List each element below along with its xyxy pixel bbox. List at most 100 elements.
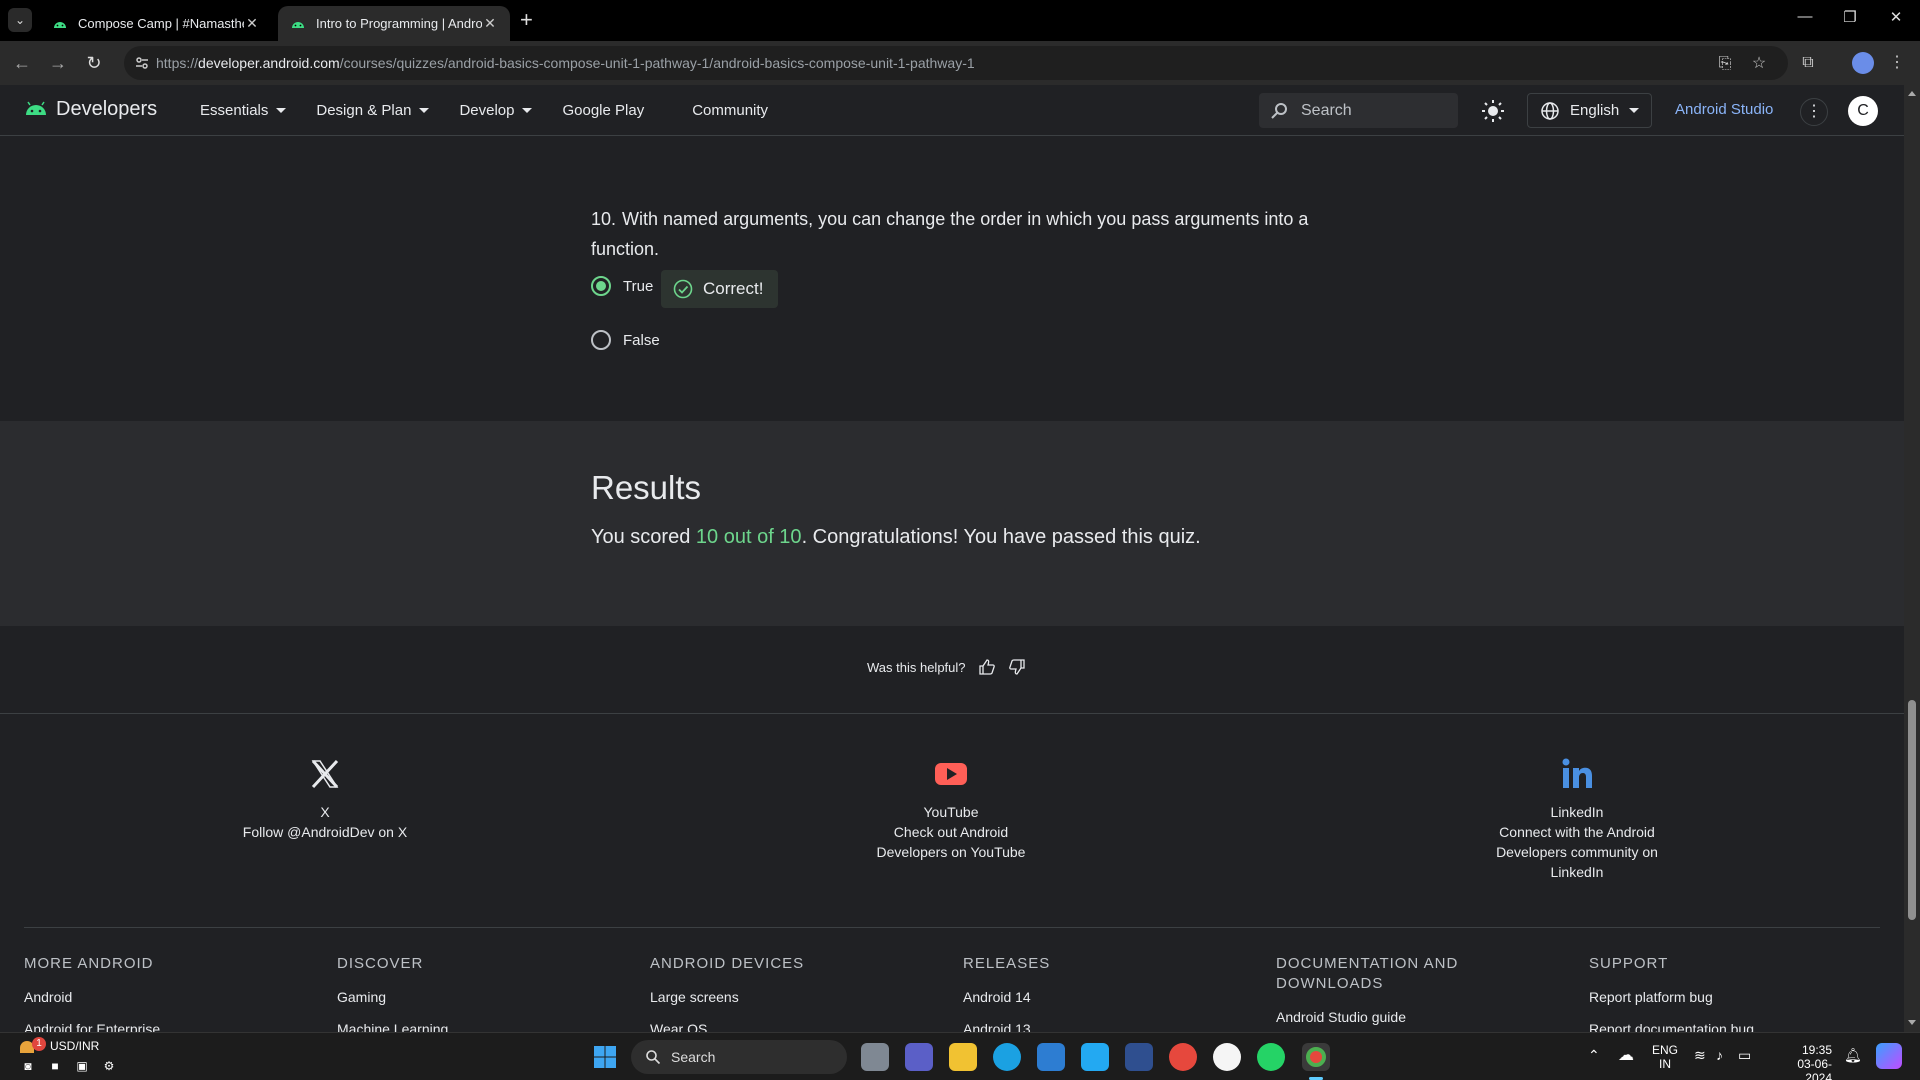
social-youtube[interactable]: YouTube Check out Android Developers on … [841, 756, 1061, 862]
nav-community[interactable]: Community [692, 102, 768, 119]
helpful-question: Was this helpful? [867, 659, 966, 675]
more-options-icon[interactable]: ⋮ [1800, 98, 1828, 126]
close-tab-icon[interactable]: ✕ [244, 15, 260, 32]
scroll-thumb[interactable] [1908, 700, 1916, 920]
extensions-icon[interactable]: ⧉ [1797, 52, 1819, 74]
clock[interactable]: 19:35 03-06-2024 [1772, 1043, 1832, 1080]
teams-icon[interactable] [905, 1043, 933, 1071]
answer-option-false[interactable]: False [591, 330, 660, 350]
correct-feedback-badge: Correct! [661, 270, 778, 308]
page-scrollbar[interactable] [1904, 85, 1920, 1032]
footer-link[interactable]: Wear OS [650, 1020, 890, 1032]
avatar[interactable]: C [1848, 96, 1878, 126]
notification-bell-icon[interactable]: 🔔︎ [1844, 1047, 1862, 1080]
chevron-down-icon [419, 108, 430, 113]
radio-selected[interactable] [591, 276, 611, 296]
minimize-icon[interactable]: — [1793, 8, 1817, 25]
footer-link[interactable]: Android 14 [963, 988, 1203, 1006]
social-linkedin[interactable]: LinkedIn Connect with the Android Develo… [1467, 756, 1687, 882]
file-explorer-icon[interactable] [949, 1043, 977, 1071]
video-icon[interactable]: ■ [47, 1059, 63, 1073]
taskbar-search[interactable]: Search [631, 1040, 847, 1074]
thumbs-up-icon[interactable] [978, 658, 996, 676]
url-text: https://developer.android.com/courses/qu… [156, 55, 975, 71]
address-bar[interactable]: https://developer.android.com/courses/qu… [124, 46, 1788, 80]
input-language[interactable]: ENG IN [1650, 1043, 1680, 1080]
install-app-icon[interactable]: ⎘ [1716, 55, 1734, 73]
settings-gear-icon[interactable]: ⚙ [101, 1059, 117, 1073]
footer-link[interactable]: Report documentation bug [1589, 1020, 1829, 1032]
social-x[interactable]: X Follow @AndroidDev on X [215, 756, 435, 842]
forward-icon[interactable]: → [46, 51, 70, 75]
browser-tab-active[interactable]: Intro to Programming | Andro ✕ [278, 6, 510, 41]
footer-link[interactable]: Large screens [650, 988, 890, 1006]
footer-column: DOCUMENTATION AND DOWNLOADS Android Stud… [1276, 954, 1476, 1032]
feedback-text: Correct! [703, 279, 764, 298]
theme-toggle-sun-icon[interactable] [1480, 98, 1506, 124]
close-tab-icon[interactable]: ✕ [482, 15, 498, 32]
site-search[interactable] [1259, 93, 1458, 128]
battery-icon[interactable]: ▭ [1738, 1047, 1751, 1080]
scroll-up-icon[interactable] [1908, 91, 1916, 96]
nav-google-play[interactable]: Google Play [562, 102, 644, 119]
browser-profile-icon[interactable] [1852, 52, 1874, 74]
chrome-icon[interactable] [1169, 1043, 1197, 1071]
mongodb-compass-icon[interactable] [1213, 1043, 1241, 1071]
wifi-icon[interactable]: ≋ [1694, 1047, 1706, 1080]
footer-column-title: DISCOVER [337, 955, 424, 972]
show-hidden-icons-icon[interactable]: ⌃ [1588, 1047, 1600, 1080]
copilot-icon[interactable] [1876, 1043, 1902, 1069]
chevron-down-icon [522, 108, 533, 113]
results-summary: You scored 10 out of 10. Congratulations… [591, 526, 1201, 548]
whatsapp-icon[interactable] [1257, 1043, 1285, 1071]
back-icon[interactable]: ← [10, 51, 34, 75]
window-icon[interactable]: ▣ [74, 1059, 90, 1073]
developers-logo[interactable]: Developers [24, 97, 157, 121]
new-tab-icon[interactable]: + [520, 8, 533, 32]
windows-taskbar: 1 USD/INR ◙ ■ ▣ ⚙ Search ⌃ ☁ ENG IN ≋ ♪ … [0, 1032, 1920, 1080]
chrome-active-icon[interactable] [1302, 1043, 1330, 1071]
browser-menu-icon[interactable]: ⋮ [1886, 52, 1908, 74]
nav-design-plan[interactable]: Design & Plan [316, 102, 430, 119]
score-value: 10 out of 10 [695, 526, 802, 548]
footer-divider [24, 927, 1880, 928]
android-favicon-icon [292, 21, 304, 28]
reload-icon[interactable]: ↻ [82, 51, 106, 75]
vscode-icon[interactable] [1081, 1043, 1109, 1071]
browser-tab[interactable]: Compose Camp | #NamastheAr ✕ [40, 6, 272, 41]
answer-option-true[interactable]: True [591, 276, 653, 296]
taskbar-search-label: Search [671, 1049, 716, 1065]
primary-nav: Essentials Design & Plan Develop Google … [200, 85, 798, 136]
footer-link[interactable]: Gaming [337, 988, 577, 1006]
footer-link[interactable]: Machine Learning [337, 1020, 577, 1032]
tab-list-button[interactable]: ⌄ [8, 8, 32, 32]
site-info-icon[interactable] [134, 55, 150, 71]
dev-home-icon[interactable] [1125, 1043, 1153, 1071]
language-selector[interactable]: English [1527, 93, 1652, 128]
bookmark-star-icon[interactable]: ☆ [1750, 55, 1768, 73]
android-studio-link[interactable]: Android Studio [1675, 101, 1773, 118]
radio-unselected[interactable] [591, 330, 611, 350]
footer-link[interactable]: Android 13 [963, 1020, 1203, 1032]
answer-label: True [623, 277, 654, 295]
nav-essentials[interactable]: Essentials [200, 102, 287, 119]
footer-link[interactable]: Report platform bug [1589, 988, 1829, 1006]
restore-icon[interactable]: ❐ [1838, 8, 1862, 26]
footer-link[interactable]: Android for Enterprise [24, 1020, 264, 1032]
windows-start-icon[interactable] [593, 1045, 617, 1069]
scroll-down-icon[interactable] [1908, 1020, 1916, 1025]
task-view-icon[interactable] [861, 1043, 889, 1071]
camera-icon[interactable]: ◙ [20, 1059, 36, 1073]
footer-column-title: DOCUMENTATION AND DOWNLOADS [1276, 955, 1459, 992]
nav-develop[interactable]: Develop [459, 102, 533, 119]
edge-icon[interactable] [993, 1043, 1021, 1071]
footer-link[interactable]: Android [24, 988, 264, 1006]
close-window-icon[interactable]: ✕ [1884, 8, 1908, 26]
android-favicon-icon [54, 21, 66, 28]
microsoft-store-icon[interactable] [1037, 1043, 1065, 1071]
footer-link[interactable]: Android Studio guide [1276, 1008, 1476, 1026]
thumbs-down-icon[interactable] [1008, 658, 1026, 676]
onedrive-cloud-icon[interactable]: ☁ [1618, 1045, 1634, 1080]
search-input[interactable] [1301, 101, 1441, 120]
volume-icon[interactable]: ♪ [1716, 1047, 1723, 1080]
